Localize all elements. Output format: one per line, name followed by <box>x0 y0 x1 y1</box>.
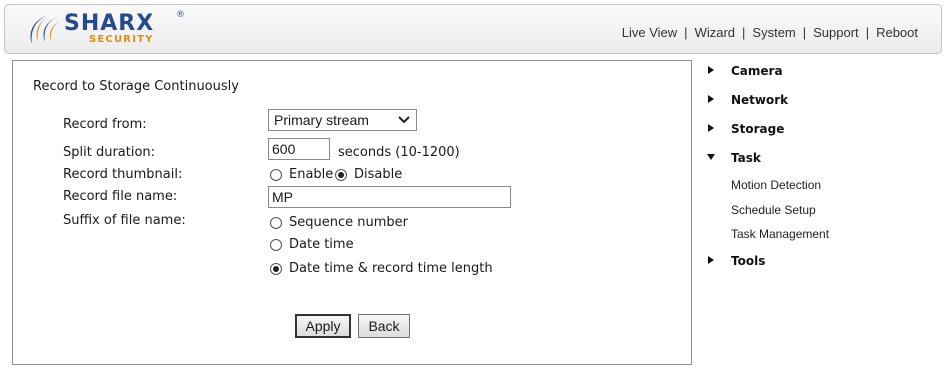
submenu-item-schedule-setup[interactable]: Schedule Setup <box>731 203 816 217</box>
split-duration-hint: seconds (10-1200) <box>338 145 460 160</box>
record-from-label: Record from: <box>63 117 147 132</box>
suffix-label: Suffix of file name: <box>63 213 186 228</box>
menu-item-camera[interactable]: Camera <box>706 64 783 78</box>
app-window: SHARX ® SECURITY Live View | Wizard | System… <box>0 0 946 373</box>
suffix-sequence-radio[interactable]: Sequence number <box>270 215 408 230</box>
record-file-name-label: Record file name: <box>63 189 178 204</box>
nav-separator: | <box>865 25 870 40</box>
nav-system[interactable]: System <box>752 25 795 40</box>
menu-item-storage-label: Storage <box>731 122 785 136</box>
thumbnail-disable-label: Disable <box>354 167 403 182</box>
nav-separator: | <box>684 25 688 40</box>
record-thumbnail-label: Record thumbnail: <box>63 167 183 182</box>
thumbnail-disable-radio[interactable]: Disable <box>335 167 402 182</box>
nav-separator: | <box>802 25 807 40</box>
panel-title: Record to Storage Continuously <box>33 79 239 94</box>
submenu-item-motion-detection[interactable]: Motion Detection <box>731 178 821 192</box>
radio-circle-icon <box>270 168 282 181</box>
nav-live-view[interactable]: Live View <box>622 25 677 40</box>
record-file-name-input[interactable]: MP <box>268 186 511 208</box>
logo-swoosh-icon <box>30 14 64 44</box>
brand-tagline: SECURITY <box>89 34 154 45</box>
suffix-datetime-length-label: Date time & record time length <box>289 261 493 276</box>
menu-item-task-label: Task <box>731 151 761 165</box>
menu-item-network[interactable]: Network <box>706 93 788 107</box>
menu-item-task[interactable]: Task <box>706 151 761 165</box>
record-settings-panel: Record to Storage Continuously Record fr… <box>12 60 692 365</box>
top-navigation: Live View | Wizard | System | Support | Reboot <box>622 25 918 40</box>
triangle-right-icon <box>708 256 714 264</box>
nav-support[interactable]: Support <box>813 25 859 40</box>
suffix-sequence-label: Sequence number <box>289 215 408 230</box>
nav-separator: | <box>742 25 746 40</box>
brand-name: SHARX <box>64 11 155 36</box>
radio-circle-icon <box>270 238 282 251</box>
brand-logo: SHARX ® SECURITY <box>24 10 185 52</box>
record-from-value: Primary stream <box>274 112 369 128</box>
submenu-item-task-management[interactable]: Task Management <box>731 227 829 241</box>
menu-item-tools[interactable]: Tools <box>706 254 765 268</box>
registered-mark: ® <box>176 10 185 20</box>
record-from-select[interactable]: Primary stream <box>268 109 417 131</box>
apply-button[interactable]: Apply <box>295 314 351 338</box>
nav-reboot[interactable]: Reboot <box>876 25 918 40</box>
triangle-down-icon <box>707 154 715 160</box>
suffix-datetime-radio[interactable]: Date time <box>270 237 354 252</box>
menu-item-tools-label: Tools <box>731 254 766 268</box>
thumbnail-enable-radio[interactable]: Enable <box>270 167 333 182</box>
chevron-down-icon <box>398 116 410 124</box>
split-duration-label: Split duration: <box>63 145 156 160</box>
header-bar: SHARX ® SECURITY Live View | Wizard | System… <box>4 4 942 54</box>
thumbnail-enable-label: Enable <box>289 167 334 182</box>
nav-wizard[interactable]: Wizard <box>695 25 735 40</box>
triangle-right-icon <box>708 66 714 74</box>
split-duration-input[interactable]: 600 <box>268 138 330 160</box>
radio-selected-icon <box>335 168 347 181</box>
back-button[interactable]: Back <box>358 314 410 338</box>
menu-item-storage[interactable]: Storage <box>706 122 784 136</box>
triangle-right-icon <box>708 124 714 132</box>
triangle-right-icon <box>708 95 714 103</box>
suffix-datetime-length-radio[interactable]: Date time & record time length <box>270 261 493 276</box>
suffix-datetime-label: Date time <box>289 237 354 252</box>
radio-circle-icon <box>270 216 282 229</box>
menu-item-camera-label: Camera <box>731 64 783 78</box>
menu-item-network-label: Network <box>731 93 789 107</box>
radio-selected-icon <box>270 262 282 275</box>
